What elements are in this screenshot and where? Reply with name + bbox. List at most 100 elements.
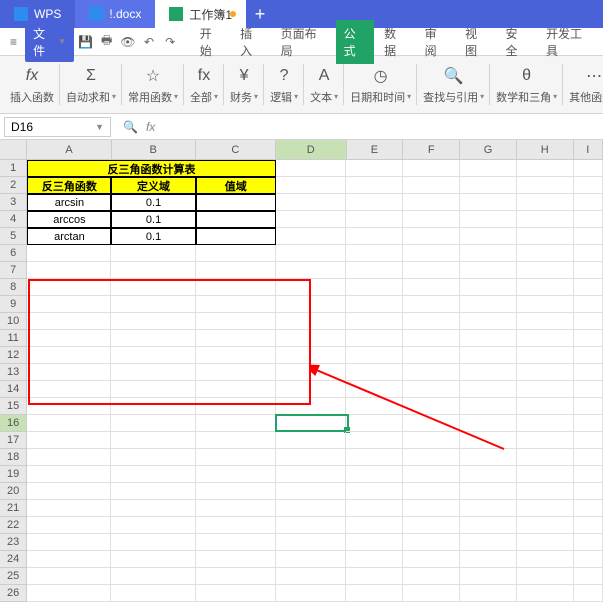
- cell-D16[interactable]: [276, 415, 346, 432]
- cell-C15[interactable]: [196, 398, 276, 415]
- cell-C17[interactable]: [196, 432, 276, 449]
- row-header-20[interactable]: 20: [0, 483, 27, 500]
- cell-B26[interactable]: [111, 585, 195, 602]
- cell-C14[interactable]: [196, 381, 276, 398]
- ribbon-math[interactable]: θ数学和三角▾: [490, 58, 563, 111]
- cell-C12[interactable]: [196, 347, 276, 364]
- name-box[interactable]: D16▼: [4, 117, 111, 137]
- cell-B7[interactable]: [111, 262, 195, 279]
- cell-H7[interactable]: [517, 262, 574, 279]
- cell-A24[interactable]: [27, 551, 111, 568]
- row-header-26[interactable]: 26: [0, 585, 27, 602]
- cell-I20[interactable]: [574, 483, 603, 500]
- cell-H6[interactable]: [517, 245, 574, 262]
- cell-G26[interactable]: [460, 585, 517, 602]
- cell-F24[interactable]: [403, 551, 460, 568]
- row-header-15[interactable]: 15: [0, 398, 27, 415]
- cell-F18[interactable]: [403, 449, 460, 466]
- cell-F20[interactable]: [403, 483, 460, 500]
- cell-A15[interactable]: [27, 398, 111, 415]
- cell-I1[interactable]: [574, 160, 603, 177]
- cell-E5[interactable]: [346, 228, 403, 245]
- cell-F10[interactable]: [403, 313, 460, 330]
- row-header-17[interactable]: 17: [0, 432, 27, 449]
- cell-C13[interactable]: [196, 364, 276, 381]
- cell-G17[interactable]: [460, 432, 517, 449]
- cell-E19[interactable]: [346, 466, 403, 483]
- save-icon[interactable]: 💾: [78, 34, 93, 50]
- cell-H9[interactable]: [517, 296, 574, 313]
- cell-D7[interactable]: [276, 262, 346, 279]
- cell-C24[interactable]: [196, 551, 276, 568]
- row-header-24[interactable]: 24: [0, 551, 27, 568]
- cell-D5[interactable]: [276, 228, 346, 245]
- cell-H10[interactable]: [517, 313, 574, 330]
- cell-F7[interactable]: [403, 262, 460, 279]
- col-header-H[interactable]: H: [517, 140, 574, 159]
- menu-tab-7[interactable]: 安全: [498, 20, 536, 64]
- cell-I11[interactable]: [574, 330, 603, 347]
- cell-I16[interactable]: [574, 415, 603, 432]
- cell-H24[interactable]: [517, 551, 574, 568]
- cell-B5[interactable]: 0.1: [111, 228, 195, 245]
- cell-B17[interactable]: [111, 432, 195, 449]
- cell-H1[interactable]: [517, 160, 574, 177]
- cell-G11[interactable]: [460, 330, 517, 347]
- cell-G8[interactable]: [460, 279, 517, 296]
- cell-G16[interactable]: [460, 415, 517, 432]
- cell-F13[interactable]: [403, 364, 460, 381]
- cell-B16[interactable]: [111, 415, 195, 432]
- row-header-13[interactable]: 13: [0, 364, 27, 381]
- cell-H2[interactable]: [517, 177, 574, 194]
- cell-C16[interactable]: [196, 415, 276, 432]
- cell-B20[interactable]: [111, 483, 195, 500]
- cell-A13[interactable]: [27, 364, 111, 381]
- cell-A2[interactable]: 反三角函数: [27, 177, 111, 194]
- cell-E12[interactable]: [346, 347, 403, 364]
- cell-E24[interactable]: [346, 551, 403, 568]
- cell-G21[interactable]: [460, 500, 517, 517]
- cell-G13[interactable]: [460, 364, 517, 381]
- cell-F8[interactable]: [403, 279, 460, 296]
- cell-A18[interactable]: [27, 449, 111, 466]
- cell-H18[interactable]: [517, 449, 574, 466]
- cell-A16[interactable]: [27, 415, 111, 432]
- cell-F22[interactable]: [403, 517, 460, 534]
- ribbon-all[interactable]: fx全部▾: [184, 58, 224, 111]
- cell-I22[interactable]: [574, 517, 603, 534]
- cell-D23[interactable]: [276, 534, 346, 551]
- col-header-F[interactable]: F: [403, 140, 460, 159]
- ribbon-lookup[interactable]: 🔍查找与引用▾: [417, 58, 490, 111]
- row-header-22[interactable]: 22: [0, 517, 27, 534]
- cell-C3[interactable]: [196, 194, 276, 211]
- cell-D17[interactable]: [276, 432, 346, 449]
- cell-H16[interactable]: [517, 415, 574, 432]
- row-header-4[interactable]: 4: [0, 211, 27, 228]
- cell-G7[interactable]: [460, 262, 517, 279]
- cell-E13[interactable]: [346, 364, 403, 381]
- row-header-10[interactable]: 10: [0, 313, 27, 330]
- cell-I10[interactable]: [574, 313, 603, 330]
- cell-A8[interactable]: [27, 279, 111, 296]
- cell-A19[interactable]: [27, 466, 111, 483]
- cell-F23[interactable]: [403, 534, 460, 551]
- cell-A11[interactable]: [27, 330, 111, 347]
- cell-G6[interactable]: [460, 245, 517, 262]
- cell-F6[interactable]: [403, 245, 460, 262]
- cell-C18[interactable]: [196, 449, 276, 466]
- col-header-I[interactable]: I: [574, 140, 603, 159]
- row-header-25[interactable]: 25: [0, 568, 27, 585]
- cell-H21[interactable]: [517, 500, 574, 517]
- cell-H12[interactable]: [517, 347, 574, 364]
- cell-I9[interactable]: [574, 296, 603, 313]
- cell-B12[interactable]: [111, 347, 195, 364]
- cell-H15[interactable]: [517, 398, 574, 415]
- menu-icon[interactable]: ≡: [6, 34, 21, 50]
- cell-H23[interactable]: [517, 534, 574, 551]
- cell-B15[interactable]: [111, 398, 195, 415]
- cell-F14[interactable]: [403, 381, 460, 398]
- preview-icon[interactable]: 👁: [120, 34, 135, 50]
- cell-E15[interactable]: [346, 398, 403, 415]
- cell-I8[interactable]: [574, 279, 603, 296]
- cell-B21[interactable]: [111, 500, 195, 517]
